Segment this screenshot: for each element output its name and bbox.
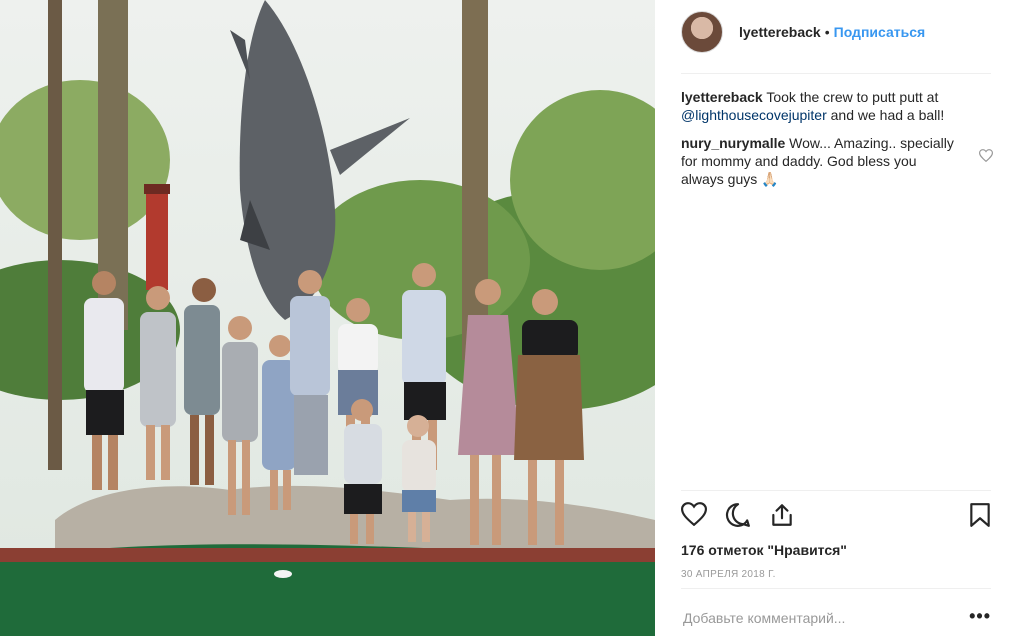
- comment-username[interactable]: nury_nurymalle: [681, 135, 785, 151]
- comment-divider: [681, 588, 991, 589]
- bookmark-icon[interactable]: [969, 502, 991, 533]
- post-sidebar: lyettereback • Подписаться lyettereback …: [655, 0, 1017, 636]
- post-header: lyettereback • Подписаться: [681, 8, 991, 56]
- caption-username[interactable]: lyettereback: [681, 89, 763, 105]
- caption-text-before: Took the crew to putt putt at: [762, 89, 939, 105]
- caption-mention-link[interactable]: @lighthousecovejupiter: [681, 107, 827, 123]
- post-date: 30 АПРЕЛЯ 2018 Г.: [681, 569, 776, 580]
- comment-item: nury_nurymalle Wow... Amazing.. speciall…: [681, 134, 994, 188]
- actions-divider: [681, 490, 991, 491]
- caption: lyettereback Took the crew to putt putt …: [681, 88, 981, 124]
- header-divider: [681, 73, 991, 74]
- more-options-button[interactable]: •••: [969, 606, 991, 627]
- share-icon[interactable]: [769, 502, 795, 533]
- comment-emoji: 🙏🏻: [761, 171, 779, 187]
- action-bar: [680, 500, 991, 536]
- comment-input[interactable]: [681, 609, 955, 627]
- family-minigolf-photo: [0, 0, 655, 636]
- avatar[interactable]: [681, 11, 723, 53]
- comments-list: lyettereback Took the crew to putt putt …: [681, 88, 994, 198]
- heart-icon[interactable]: [680, 502, 708, 531]
- heart-small-icon[interactable]: [978, 148, 994, 166]
- caption-text-after: and we had a ball!: [826, 107, 945, 123]
- likes-count[interactable]: 176 отметок "Нравится": [681, 542, 847, 558]
- instagram-post: lyettereback • Подписаться lyettereback …: [0, 0, 1017, 636]
- post-photo[interactable]: [0, 0, 655, 636]
- add-comment-bar: •••: [681, 600, 991, 636]
- comment-icon[interactable]: [725, 502, 751, 533]
- header-separator: •: [824, 24, 830, 40]
- follow-button[interactable]: Подписаться: [834, 24, 926, 40]
- header-username[interactable]: lyettereback: [739, 24, 821, 40]
